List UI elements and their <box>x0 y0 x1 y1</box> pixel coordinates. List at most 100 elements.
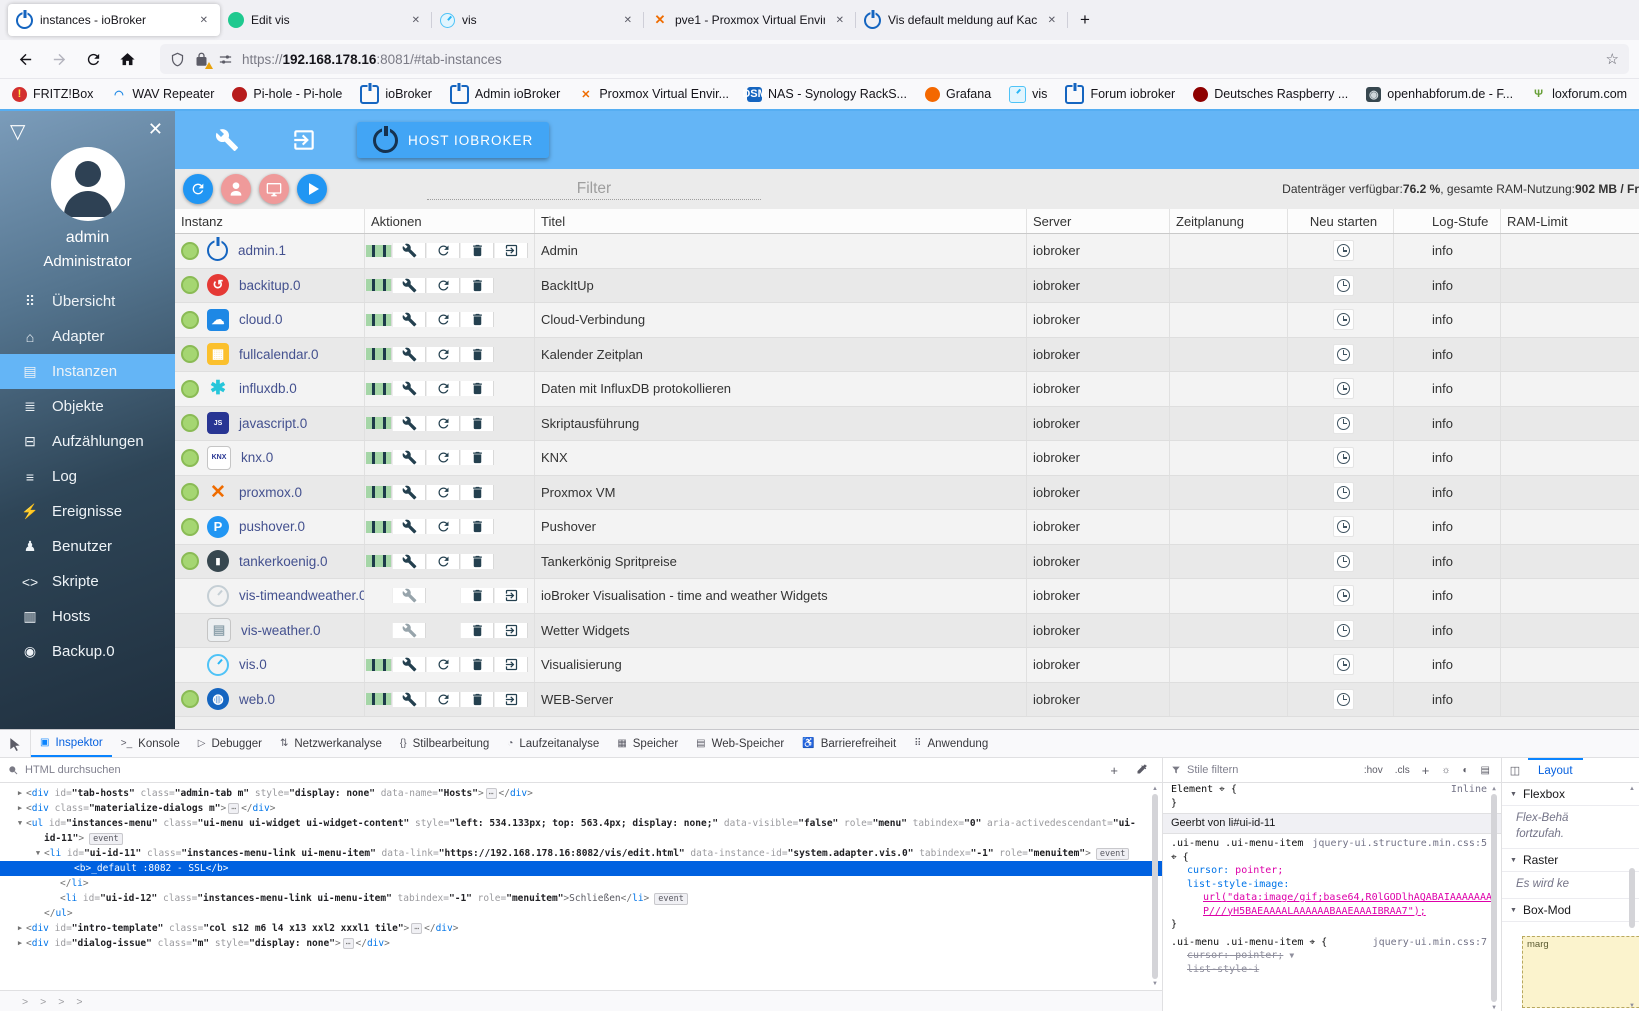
bookmark-item[interactable]: ◉ openhabforum.de - F... <box>1366 86 1513 102</box>
instance-name-link[interactable]: admin.1 <box>238 243 286 258</box>
devtools-tab[interactable]: ▷ Debugger <box>189 730 271 757</box>
sidebar-item[interactable]: ⚡ Ereignisse <box>0 494 175 529</box>
instance-loglevel[interactable]: info <box>1394 441 1501 475</box>
add-node-button[interactable]: + <box>1104 763 1124 778</box>
pause-button[interactable] <box>365 520 392 533</box>
breadcrumb-item[interactable] <box>54 995 70 1009</box>
expand-arrow-icon[interactable] <box>32 831 44 846</box>
dom-tree-node[interactable]: <li id="ui-id-12" class="instances-menu-… <box>0 891 1162 906</box>
expand-arrow-icon[interactable] <box>48 891 60 906</box>
instance-loglevel[interactable]: info <box>1394 544 1501 578</box>
rule-selector[interactable]: .ui-menu .ui-menu-item <box>1171 837 1303 851</box>
expand-arrow-icon[interactable]: ▶ <box>14 801 26 816</box>
open-instance-button[interactable] <box>494 588 528 604</box>
layout-tab[interactable]: Layout <box>1528 758 1583 782</box>
settings-button[interactable] <box>392 450 426 466</box>
instance-name-link[interactable]: web.0 <box>239 692 275 707</box>
restart-button[interactable] <box>426 381 460 397</box>
instance-name-link[interactable]: backitup.0 <box>239 278 301 293</box>
expert-mode-icon[interactable] <box>291 127 317 153</box>
restart-button[interactable] <box>426 277 460 293</box>
expand-arrow-icon[interactable]: ▼ <box>32 846 44 861</box>
eyedropper-button[interactable] <box>1130 763 1154 778</box>
browser-tab[interactable]: ✕ pve1 - Proxmox Virtual Environ ✕ <box>644 4 856 36</box>
schedule-clock-button[interactable] <box>1333 550 1354 572</box>
dock-sidebar-icon[interactable]: ◫ <box>1502 764 1528 777</box>
class-toggle-button[interactable]: .cls <box>1392 765 1413 776</box>
sidebar-item[interactable]: <> Skripte <box>0 564 175 599</box>
bookmark-item[interactable]: ✕ Proxmox Virtual Envir... <box>578 87 729 102</box>
devtools-tab[interactable]: ▣ Inspektor <box>31 730 112 757</box>
bookmark-item[interactable]: Pi-hole - Pi-hole <box>232 86 342 102</box>
devtools-tab[interactable]: ▦ Speicher <box>608 730 687 757</box>
url-bar[interactable]: https://192.168.178.16:8081/#tab-instanc… <box>160 44 1629 74</box>
refresh-instances-button[interactable] <box>183 174 213 204</box>
schedule-clock-button[interactable] <box>1333 274 1354 296</box>
instance-name-link[interactable]: cloud.0 <box>239 312 283 327</box>
breadcrumb-item[interactable] <box>36 995 52 1009</box>
delete-button[interactable] <box>460 312 494 328</box>
flexbox-section-header[interactable]: ▼ Flexbox <box>1502 783 1639 806</box>
settings-button[interactable] <box>392 381 426 397</box>
filter-input[interactable] <box>427 178 761 200</box>
delete-button[interactable] <box>460 588 494 604</box>
schedule-clock-button[interactable] <box>1333 585 1354 607</box>
dom-tree-node[interactable]: ▼ <ul id="instances-menu" class="ui-menu… <box>0 816 1162 831</box>
instance-name-link[interactable]: pushover.0 <box>239 519 305 534</box>
restart-button[interactable] <box>426 484 460 500</box>
restart-button[interactable] <box>426 415 460 431</box>
css-url-value[interactable]: url("data:image/gif;base64,R0lGODlhAQABA… <box>1203 891 1492 905</box>
tab-close-icon[interactable]: ✕ <box>196 13 212 28</box>
delete-button[interactable] <box>460 484 494 500</box>
schedule-clock-button[interactable] <box>1333 516 1354 538</box>
breadcrumb-item[interactable] <box>72 995 88 1009</box>
reload-button[interactable] <box>78 45 108 73</box>
rules-scrollbar[interactable]: ▲ ▼ <box>1489 785 1499 1011</box>
schedule-clock-button[interactable] <box>1333 481 1354 503</box>
expand-arrow-icon[interactable]: ▶ <box>14 936 26 951</box>
delete-button[interactable] <box>460 415 494 431</box>
instance-name-link[interactable]: fullcalendar.0 <box>239 347 319 362</box>
pause-button[interactable] <box>365 313 392 326</box>
sidebar-item[interactable]: ⠿ Übersicht <box>0 284 175 319</box>
instance-loglevel[interactable]: info <box>1394 579 1501 613</box>
schedule-clock-button[interactable] <box>1333 378 1354 400</box>
delete-button[interactable] <box>460 519 494 535</box>
breadcrumb-item[interactable] <box>8 1001 16 1003</box>
instance-name-link[interactable]: tankerkoenig.0 <box>239 554 328 569</box>
settings-button[interactable] <box>392 657 426 673</box>
layout-scrollbar[interactable]: ▲ ▼ <box>1627 786 1637 1009</box>
restart-button[interactable] <box>426 312 460 328</box>
devtools-tab[interactable]: >_ Konsole <box>112 730 189 757</box>
open-instance-button[interactable] <box>494 657 528 673</box>
restart-button[interactable] <box>426 691 460 707</box>
pause-button[interactable] <box>365 244 392 257</box>
schedule-clock-button[interactable] <box>1333 688 1354 710</box>
instance-name-link[interactable]: vis.0 <box>239 657 267 672</box>
tab-close-icon[interactable]: ✕ <box>832 13 848 28</box>
home-button[interactable] <box>112 45 142 73</box>
style-filter-placeholder[interactable]: Stile filtern <box>1187 764 1355 776</box>
instance-loglevel[interactable]: info <box>1394 337 1501 371</box>
pause-button[interactable] <box>365 348 392 361</box>
sidebar-filter-icon[interactable]: ▽ <box>10 119 25 144</box>
pause-button[interactable] <box>365 658 392 671</box>
settings-button[interactable] <box>392 346 426 362</box>
pause-button[interactable] <box>365 486 392 499</box>
restart-button[interactable] <box>426 450 460 466</box>
config-wrench-icon[interactable] <box>215 128 239 152</box>
devtools-tab[interactable]: ⠿ Anwendung <box>905 730 997 757</box>
browser-tab[interactable]: Edit vis ✕ <box>220 4 432 36</box>
bookmark-item[interactable]: Admin ioBroker <box>449 84 560 104</box>
instance-name-link[interactable]: javascript.0 <box>239 416 307 431</box>
instance-loglevel[interactable]: info <box>1394 475 1501 509</box>
stylesheet-link[interactable]: jquery-ui.structure.min.css:5 <box>1312 837 1501 851</box>
settings-button[interactable] <box>392 484 426 500</box>
css-declaration[interactable]: list-style-image: <box>1163 878 1501 892</box>
settings-button[interactable] <box>392 415 426 431</box>
instance-name-link[interactable]: influxdb.0 <box>239 381 297 396</box>
browser-tab[interactable]: instances - ioBroker ✕ <box>8 4 220 36</box>
overridden-declaration[interactable]: cursor: pointer; ▼ <box>1163 949 1501 963</box>
expand-arrow-icon[interactable] <box>32 906 44 921</box>
dom-tree-node[interactable]: ▼ <li id="ui-id-11" class="instances-men… <box>0 846 1162 861</box>
